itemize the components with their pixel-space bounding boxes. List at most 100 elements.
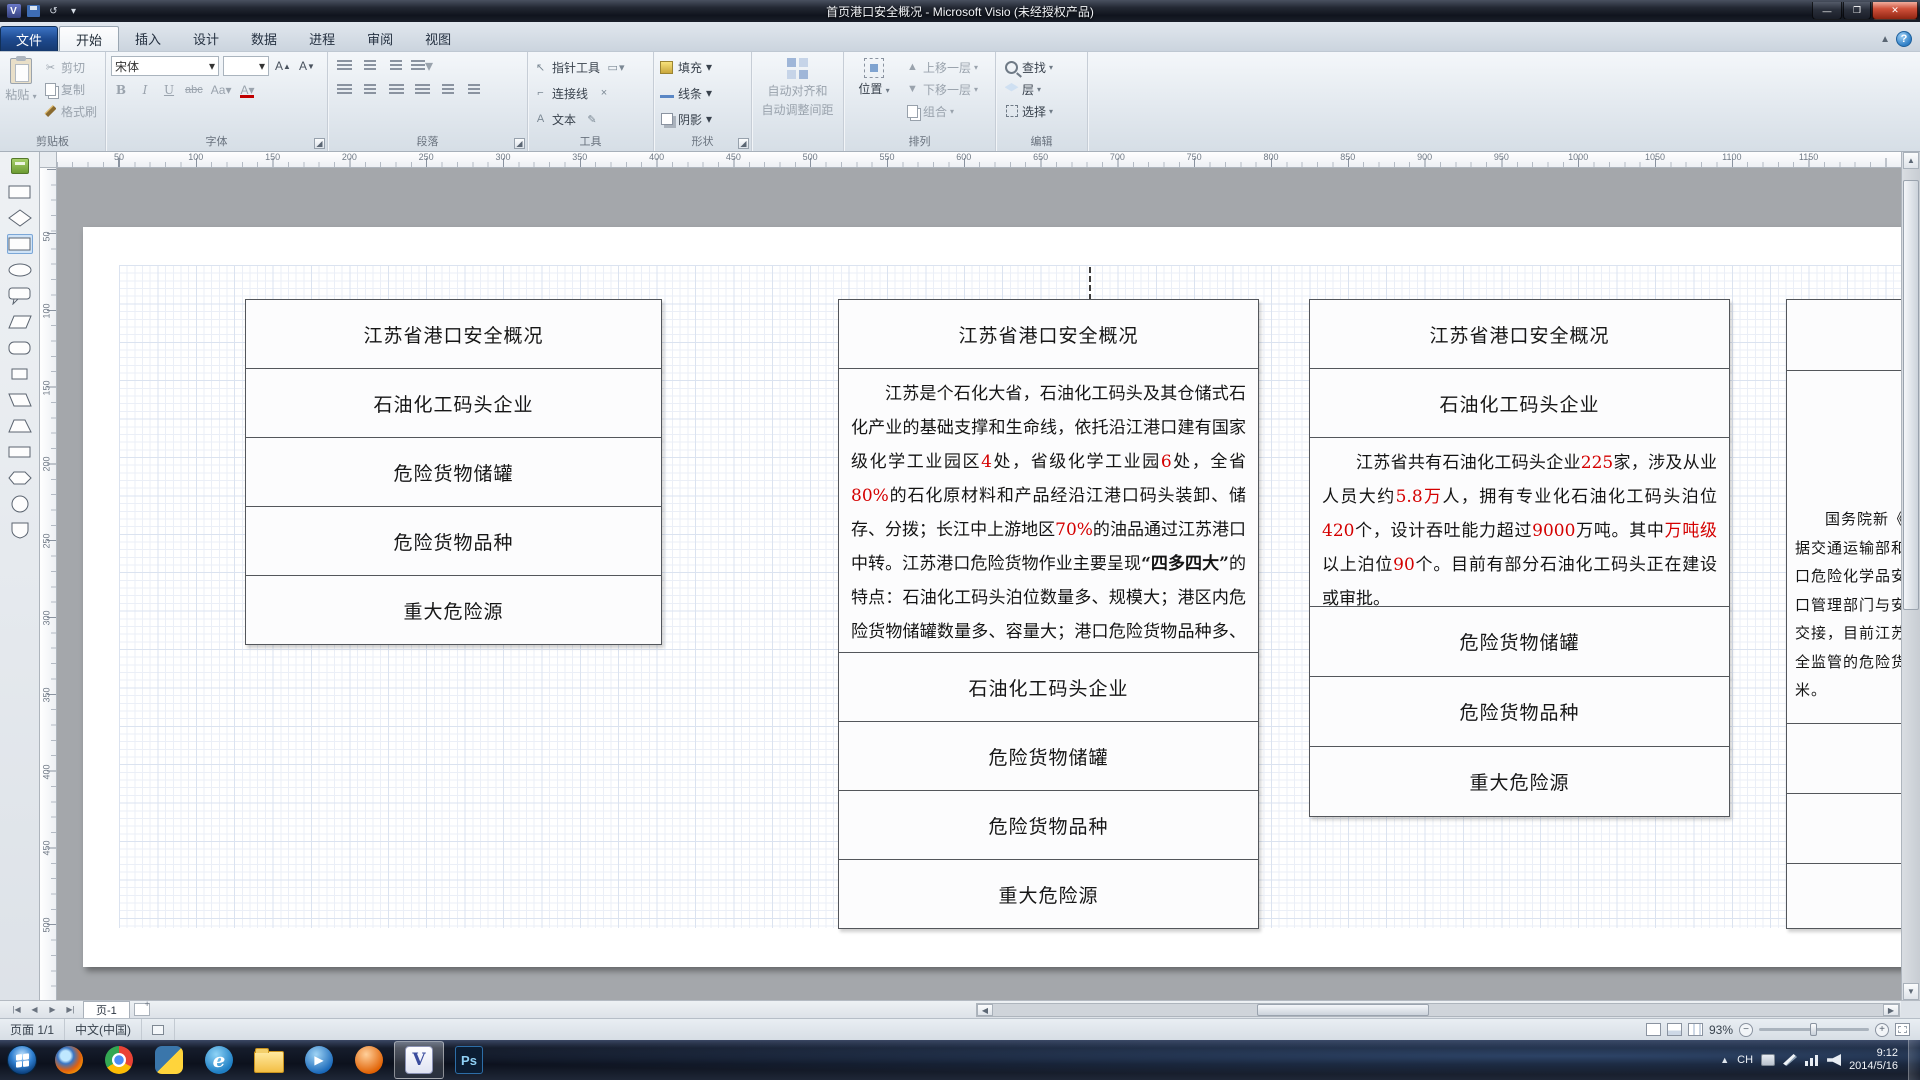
- bullets-icon[interactable]: [333, 56, 355, 76]
- shape-hexagon-icon[interactable]: [7, 468, 33, 488]
- horizontal-scrollbar[interactable]: ◀ ▶: [976, 1003, 1900, 1017]
- taskbar-firefox[interactable]: [44, 1041, 94, 1079]
- flow-box-tank-3[interactable]: 危险货物储罐: [1309, 606, 1730, 677]
- taskbar-explorer[interactable]: [244, 1041, 294, 1079]
- copy-button[interactable]: 复制: [40, 79, 100, 99]
- taskbar-mail[interactable]: [344, 1041, 394, 1079]
- volume-icon[interactable]: [1827, 1054, 1841, 1066]
- shadow-button[interactable]: 阴影▾: [659, 111, 712, 128]
- align-bottom-icon[interactable]: [463, 80, 485, 100]
- shapes-window-icon[interactable]: [7, 156, 33, 176]
- text-tool-button[interactable]: A文本: [533, 111, 576, 128]
- shape-rectangle2-icon[interactable]: [7, 442, 33, 462]
- flow-box-petro-2[interactable]: 石油化工码头企业: [838, 652, 1259, 722]
- send-backward-button[interactable]: ▼下移一层▾: [902, 79, 981, 99]
- decrease-indent-icon[interactable]: [359, 56, 381, 76]
- fit-page-icon[interactable]: [1895, 1023, 1910, 1036]
- auto-align-button[interactable]: 自动对齐和 自动调整间距: [757, 56, 838, 151]
- shape-callout-icon[interactable]: [7, 286, 33, 306]
- flow-box-tank-1[interactable]: 危险货物储罐: [245, 437, 662, 507]
- cut-button[interactable]: ✂剪切: [40, 57, 100, 77]
- rectangle-tool-icon[interactable]: ▭▾: [604, 58, 628, 76]
- flow-box-column-4[interactable]: 国务院新《据交通运输部和口危险化学品安口管理部门与安交接，目前江苏全监管的危险货…: [1786, 299, 1901, 929]
- zoom-slider[interactable]: [1759, 1028, 1869, 1031]
- taskbar-media-player[interactable]: ▶: [294, 1041, 344, 1079]
- paste-button[interactable]: 粘贴 ▾: [5, 56, 37, 135]
- strikethrough-button[interactable]: abc: [183, 80, 205, 100]
- taskbar-internet-explorer[interactable]: e: [194, 1041, 244, 1079]
- fullscreen-view-icon[interactable]: [1667, 1023, 1682, 1036]
- shape-rectangle-selected-icon[interactable]: [7, 234, 33, 254]
- layers-button[interactable]: 层▾: [1001, 79, 1056, 99]
- change-case-button[interactable]: Aa▾: [209, 80, 234, 100]
- flow-box-title-3[interactable]: 江苏省港口安全概况: [1309, 299, 1730, 369]
- shape-small-rectangle-icon[interactable]: [7, 364, 33, 384]
- font-size-select[interactable]: ▾: [223, 56, 269, 76]
- flow-box-tank-2[interactable]: 危险货物储罐: [838, 721, 1259, 791]
- stats-paragraph-box[interactable]: 江苏省共有石油化工码头企业225家，涉及从业人员大约5.8万人，拥有专业化石油化…: [1309, 437, 1730, 607]
- scroll-left-icon[interactable]: ◀: [977, 1004, 993, 1016]
- shape-shield-icon[interactable]: [7, 520, 33, 540]
- flow-box-petro-1[interactable]: 石油化工码头企业: [245, 368, 662, 438]
- zoom-slider-thumb[interactable]: [1810, 1023, 1817, 1036]
- connector-tool-button[interactable]: ⌐连接线: [533, 85, 588, 102]
- page-tab[interactable]: 页-1: [83, 1001, 130, 1018]
- qat-customize-icon[interactable]: ▾: [65, 4, 82, 19]
- align-center-icon[interactable]: [359, 80, 381, 100]
- minimize-button[interactable]: —: [1812, 2, 1842, 20]
- align-left-icon[interactable]: [333, 80, 355, 100]
- first-page-icon[interactable]: |◀: [8, 1002, 25, 1017]
- flow-box-title-2[interactable]: 江苏省港口安全概况: [838, 299, 1259, 369]
- justify-icon[interactable]: [411, 80, 433, 100]
- grow-font-button[interactable]: A▲: [273, 56, 293, 76]
- ruler-vertical[interactable]: 50100150200250300350400450500: [40, 168, 57, 1000]
- group-button[interactable]: 组合▾: [902, 101, 981, 121]
- tab-file[interactable]: 文件: [0, 26, 58, 51]
- flow-box-cargo-2[interactable]: 危险货物品种: [838, 790, 1259, 860]
- taskbar-python[interactable]: [144, 1041, 194, 1079]
- tab-home[interactable]: 开始: [59, 26, 119, 51]
- line-spacing-icon[interactable]: ▾: [411, 56, 433, 76]
- flow-box-cargo-3[interactable]: 危险货物品种: [1309, 676, 1730, 747]
- taskbar-chrome[interactable]: [94, 1041, 144, 1079]
- language-bar[interactable]: CH: [1737, 1054, 1753, 1066]
- close-button[interactable]: ✕: [1872, 2, 1918, 20]
- shape-trapezoid-icon[interactable]: [7, 416, 33, 436]
- help-icon[interactable]: ?: [1896, 31, 1912, 47]
- flow-box-hazard-3[interactable]: 重大危险源: [1309, 746, 1730, 817]
- increase-indent-icon[interactable]: [385, 56, 407, 76]
- paragraph-dialog-launcher-icon[interactable]: ◢: [514, 138, 525, 149]
- select-button[interactable]: 选择▾: [1001, 101, 1056, 121]
- shape-diamond-icon[interactable]: [7, 208, 33, 228]
- position-button[interactable]: 位置 ▾: [849, 56, 899, 135]
- bring-forward-button[interactable]: ▲上移一层▾: [902, 57, 981, 77]
- fill-button[interactable]: 填充▾: [659, 59, 712, 76]
- taskbar-photoshop[interactable]: Ps: [444, 1041, 494, 1079]
- scroll-up-icon[interactable]: ▲: [1903, 152, 1919, 169]
- tab-data[interactable]: 数据: [235, 26, 293, 51]
- overview-paragraph-box[interactable]: 江苏是个石化大省，石油化工码头及其仓储式石化产业的基础支撑和生命线，依托沿江港口…: [838, 368, 1259, 653]
- ime-tools-icon[interactable]: [1783, 1054, 1797, 1066]
- pan-zoom-view-icon[interactable]: [1688, 1023, 1703, 1036]
- flow-box-petro-3[interactable]: 石油化工码头企业: [1309, 368, 1730, 438]
- normal-view-icon[interactable]: [1646, 1023, 1661, 1036]
- horizontal-scroll-thumb[interactable]: [1257, 1004, 1429, 1016]
- start-button[interactable]: [0, 1040, 44, 1080]
- format-painter-button[interactable]: 格式刷: [40, 101, 100, 121]
- tab-review[interactable]: 审阅: [351, 26, 409, 51]
- prev-page-icon[interactable]: ◀: [26, 1002, 43, 1017]
- save-icon[interactable]: [25, 4, 42, 19]
- shape-dialog-launcher-icon[interactable]: ◢: [738, 138, 749, 149]
- connection-point-icon[interactable]: ×: [592, 84, 616, 102]
- shrink-font-button[interactable]: A▼: [297, 56, 317, 76]
- line-button[interactable]: 线条▾: [659, 85, 712, 102]
- font-color-button[interactable]: A▾: [237, 80, 257, 100]
- maximize-button[interactable]: ❐: [1843, 2, 1871, 20]
- vertical-scroll-thumb[interactable]: [1903, 180, 1919, 610]
- font-name-select[interactable]: 宋体▾: [111, 56, 219, 76]
- last-page-icon[interactable]: ▶|: [62, 1002, 79, 1017]
- shape-rectangle-icon[interactable]: [7, 182, 33, 202]
- ruler-horizontal[interactable]: 5010015020025030035040045050055060065070…: [57, 152, 1901, 168]
- flow-box-hazard-2[interactable]: 重大危险源: [838, 859, 1259, 929]
- tab-insert[interactable]: 插入: [119, 26, 177, 51]
